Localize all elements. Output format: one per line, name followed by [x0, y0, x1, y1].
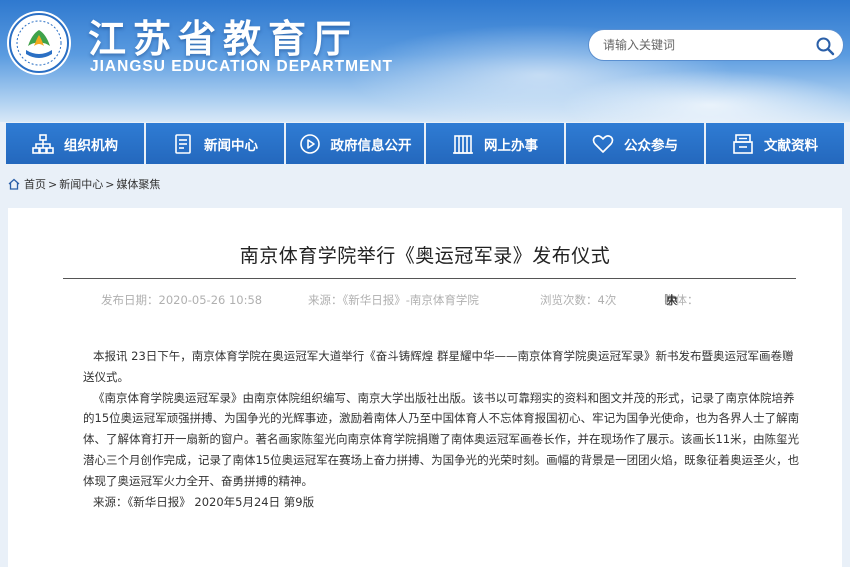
breadcrumb-separator: > — [48, 177, 58, 191]
nav-label: 网上办事 — [484, 137, 538, 154]
search-icon[interactable] — [815, 36, 835, 56]
main-nav: 组织机构 新闻中心 政府信息公开 网上办事 公众参与 文献资料 — [6, 123, 844, 164]
font-bracket-close: ] — [664, 292, 669, 306]
nav-label: 组织机构 — [64, 137, 118, 154]
header-cloud — [560, 70, 850, 122]
search-input[interactable] — [603, 35, 803, 55]
nav-item-gov-info[interactable]: 政府信息公开 — [286, 123, 424, 164]
article-meta: 发布日期：2020-05-26 10:58 来源：《新华日报》-南京体育学院 浏… — [8, 292, 842, 310]
article-source: 来源：《新华日报》-南京体育学院 — [308, 293, 479, 307]
building-icon — [453, 134, 473, 154]
site-title: 江苏省教育厅 — [88, 17, 359, 61]
nav-item-organization[interactable]: 组织机构 — [6, 123, 144, 164]
breadcrumb-current[interactable]: 媒体聚焦 — [116, 176, 160, 192]
play-circle-icon — [299, 133, 320, 154]
nav-item-news[interactable]: 新闻中心 — [146, 123, 284, 164]
article-paragraph: 来源：《新华日报》 2020年5月24日 第9版 — [93, 494, 315, 509]
title-divider — [63, 278, 796, 279]
site-subtitle: JIANGSU EDUCATION DEPARTMENT — [90, 58, 393, 75]
breadcrumb: 首页 > 新闻中心 > 媒体聚焦 — [8, 176, 160, 192]
org-chart-icon — [32, 133, 54, 154]
nav-item-online-services[interactable]: 网上办事 — [426, 123, 564, 164]
article-paragraph: 《南京体育学院奥运冠军录》由南京体院组织编写、南京大学出版社出版。该书以可靠翔实… — [83, 390, 800, 488]
home-icon — [8, 178, 20, 190]
search-box — [588, 29, 844, 61]
document-icon — [175, 133, 191, 154]
nav-item-public-participation[interactable]: 公众参与 — [566, 123, 704, 164]
logo-icon[interactable] — [6, 10, 72, 76]
publish-date: 发布日期：2020-05-26 10:58 — [101, 293, 263, 307]
breadcrumb-news[interactable]: 新闻中心 — [59, 176, 103, 192]
article-paragraph: 本报讯 23日下午，南京体育学院在奥运冠军大道举行《奋斗铸辉煌 群星耀中华——南… — [83, 349, 794, 384]
article-container: 南京体育学院举行《奥运冠军录》发布仪式 发布日期：2020-05-26 10:5… — [8, 208, 842, 567]
nav-label: 文献资料 — [764, 137, 818, 154]
article-title: 南京体育学院举行《奥运冠军录》发布仪式 — [239, 245, 611, 267]
nav-label: 新闻中心 — [204, 137, 258, 154]
nav-label: 公众参与 — [624, 137, 678, 154]
site-header: 江苏省教育厅 JIANGSU EDUCATION DEPARTMENT — [0, 0, 850, 122]
heart-icon — [592, 134, 614, 153]
breadcrumb-separator: > — [105, 177, 115, 191]
breadcrumb-home[interactable]: 首页 — [24, 176, 46, 192]
article-body: 本报讯 23日下午，南京体育学院在奥运冠军大道举行《奋斗铸辉煌 群星耀中华——南… — [83, 346, 801, 512]
nav-label: 政府信息公开 — [330, 137, 412, 154]
view-count: 浏览次数：4次 — [540, 293, 617, 307]
nav-item-literature[interactable]: 文献资料 — [706, 123, 844, 164]
archive-icon — [733, 133, 753, 154]
